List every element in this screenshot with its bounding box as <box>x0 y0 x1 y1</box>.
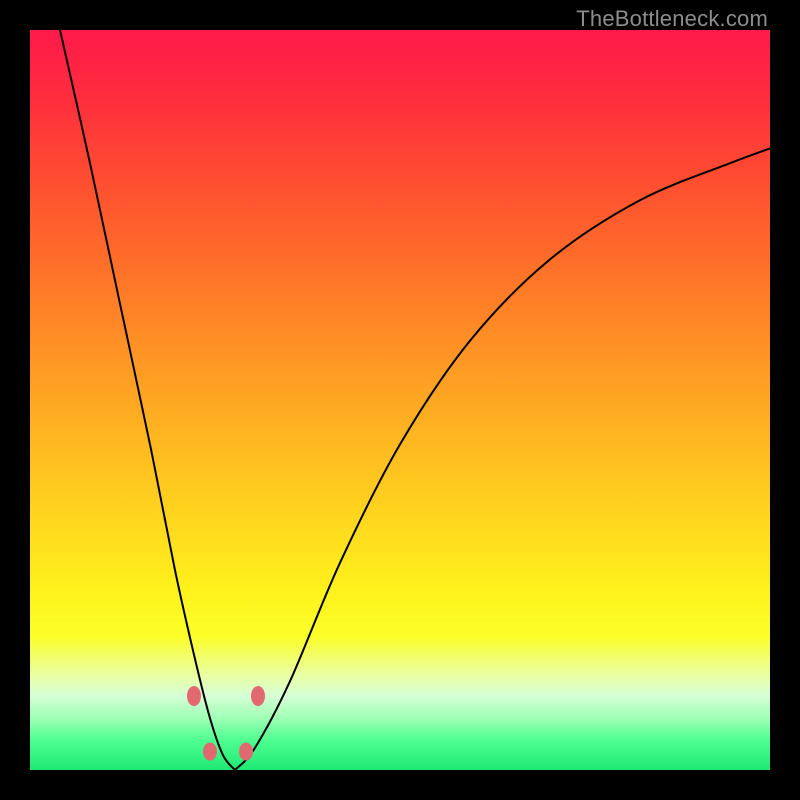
trough-marker <box>187 686 201 706</box>
left-curve <box>60 30 235 770</box>
trough-marker <box>239 743 253 761</box>
chart-frame: TheBottleneck.com <box>0 0 800 800</box>
plot-area <box>30 30 770 770</box>
curve-svg <box>30 30 770 770</box>
right-curve <box>235 148 770 770</box>
watermark-text: TheBottleneck.com <box>576 6 768 32</box>
trough-marker <box>251 686 265 706</box>
trough-marker <box>203 743 217 761</box>
